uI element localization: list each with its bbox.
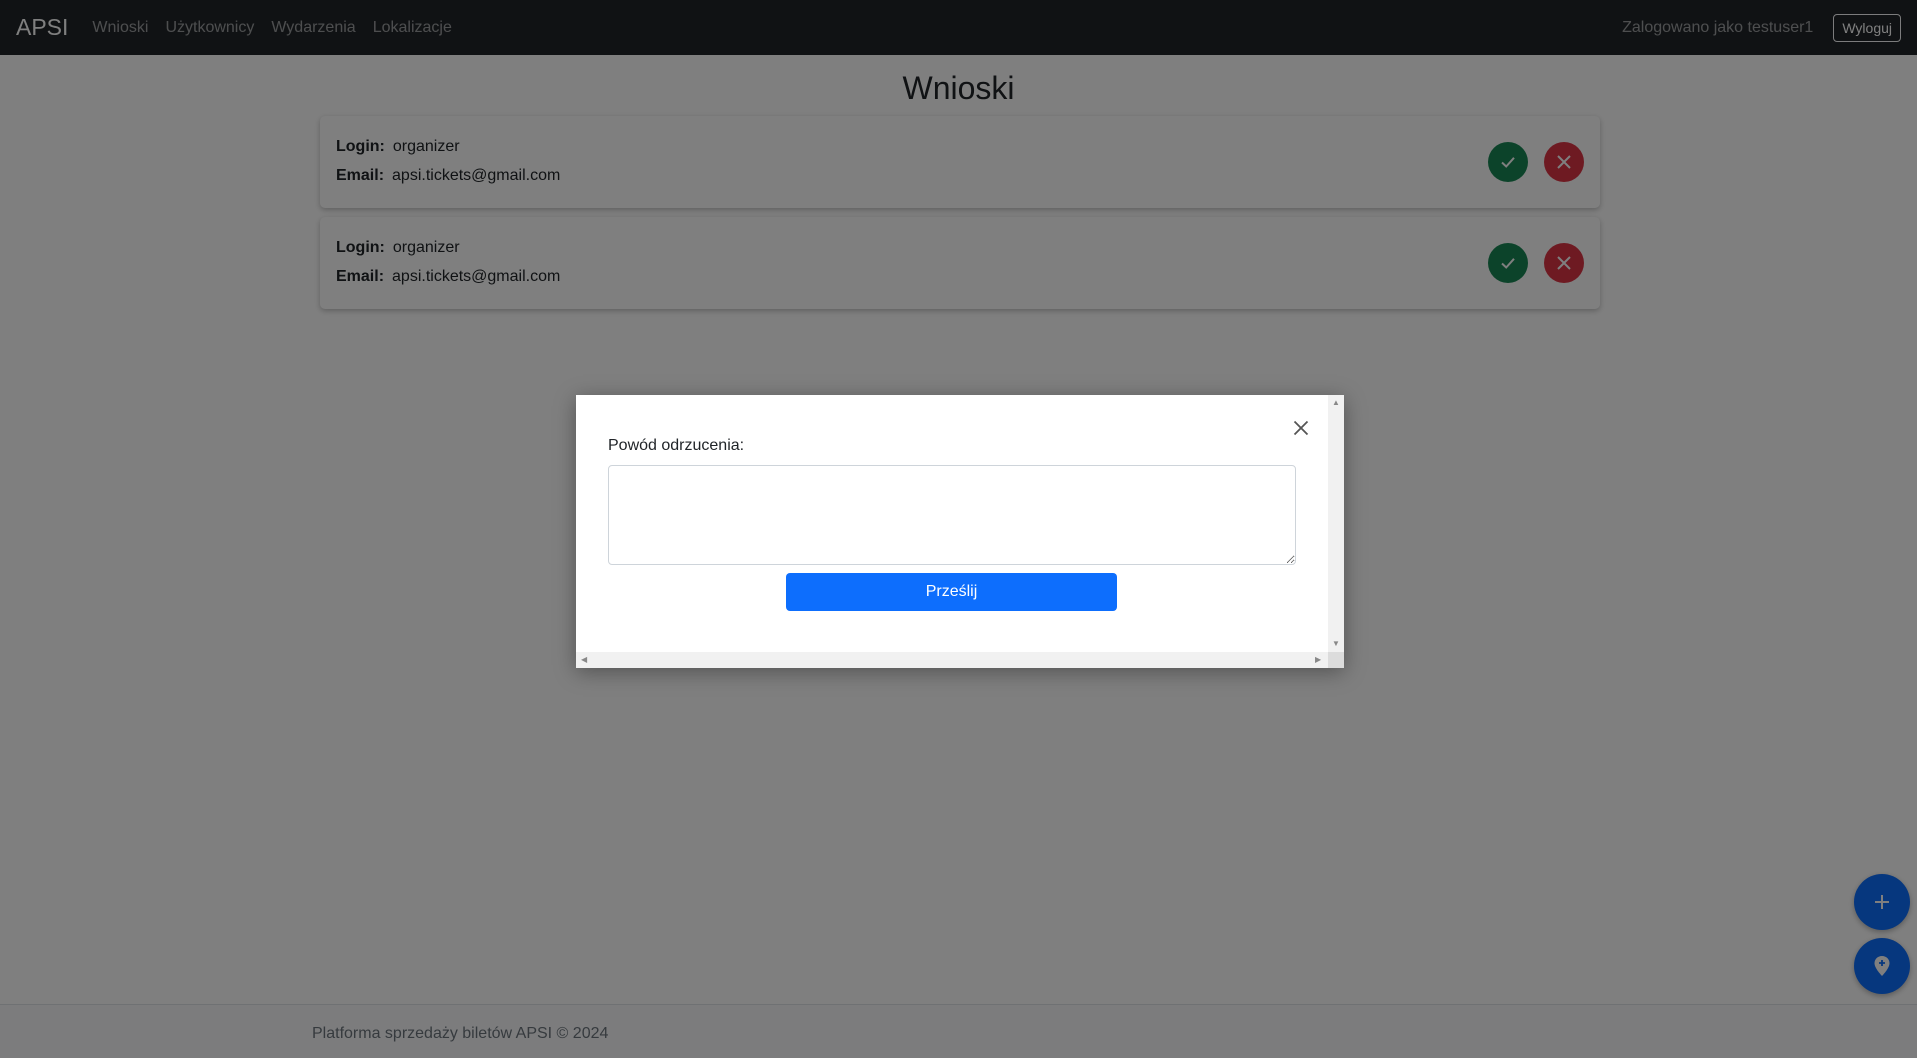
vertical-scrollbar[interactable]: ▲ ▼ xyxy=(1328,395,1344,652)
submit-button[interactable]: Prześlij xyxy=(786,573,1117,611)
close-icon xyxy=(1293,420,1309,436)
scroll-up-arrow-icon[interactable]: ▲ xyxy=(1332,399,1340,407)
reason-textarea[interactable] xyxy=(608,465,1296,565)
reason-label: Powód odrzucenia: xyxy=(608,437,745,454)
scrollbar-corner xyxy=(1328,652,1344,668)
horizontal-scrollbar[interactable]: ◀ ▶ xyxy=(576,652,1328,668)
scroll-right-arrow-icon[interactable]: ▶ xyxy=(1315,656,1321,664)
reject-reason-modal: Powód odrzucenia: Prześlij ▲ ▼ ◀ ▶ xyxy=(576,395,1344,668)
scroll-down-arrow-icon[interactable]: ▼ xyxy=(1332,640,1340,648)
modal-close-button[interactable] xyxy=(1286,413,1316,443)
scroll-left-arrow-icon[interactable]: ◀ xyxy=(581,656,587,664)
